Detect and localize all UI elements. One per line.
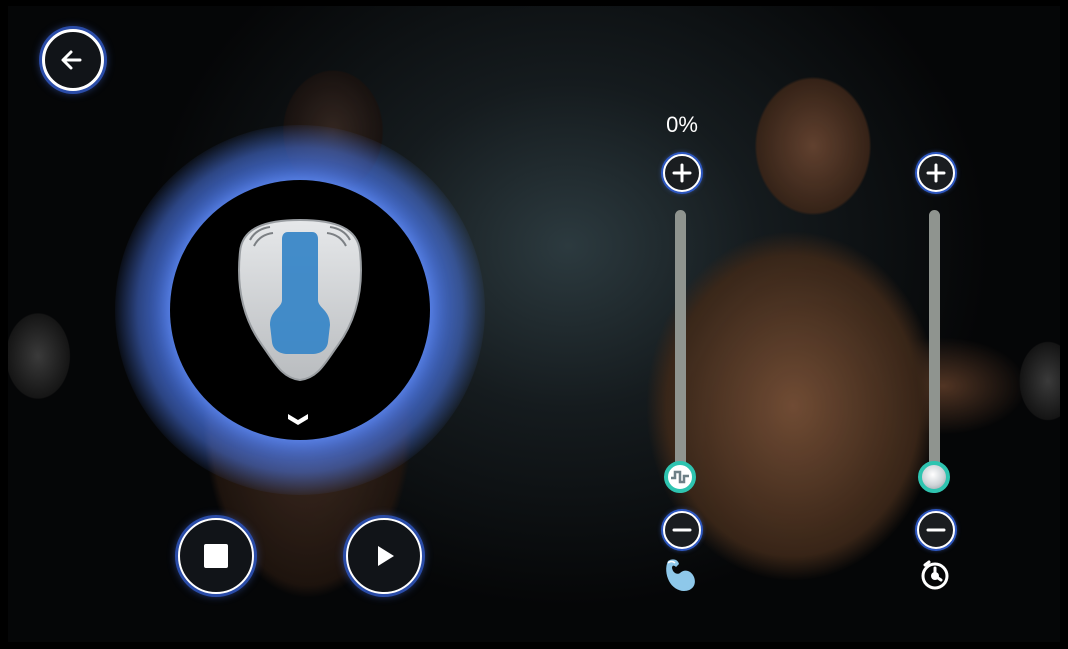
- background-dumbbell-left: [8, 286, 108, 426]
- applicator-display: [170, 180, 430, 440]
- background-man-image: [513, 26, 1053, 642]
- play-button[interactable]: [346, 518, 422, 594]
- timer-slider-track[interactable]: [929, 210, 940, 493]
- intensity-minus-button[interactable]: [663, 511, 701, 549]
- background-dumbbell-right: [1008, 326, 1060, 436]
- stop-button[interactable]: [178, 518, 254, 594]
- timer-slider-thumb[interactable]: [918, 461, 950, 493]
- plus-icon: [926, 163, 946, 183]
- back-button[interactable]: [42, 29, 104, 91]
- applicator-shape-icon: [237, 218, 363, 382]
- muscle-icon: [666, 559, 695, 591]
- plus-icon: [672, 163, 692, 183]
- intensity-plus-button[interactable]: [663, 154, 701, 192]
- stop-icon: [204, 544, 228, 568]
- chevron-down-icon[interactable]: [285, 410, 311, 428]
- timer-icon: [921, 560, 949, 590]
- timer-plus-button[interactable]: [917, 154, 955, 192]
- intensity-slider-track[interactable]: [675, 210, 686, 493]
- minus-icon: [926, 528, 946, 532]
- intensity-value-label: 0%: [666, 112, 698, 137]
- arrow-left-icon: [61, 50, 82, 70]
- play-icon: [378, 546, 394, 566]
- minus-icon: [672, 528, 692, 532]
- timer-minus-button[interactable]: [917, 511, 955, 549]
- intensity-slider-thumb[interactable]: [664, 461, 696, 493]
- pulse-wave-icon: [671, 470, 689, 484]
